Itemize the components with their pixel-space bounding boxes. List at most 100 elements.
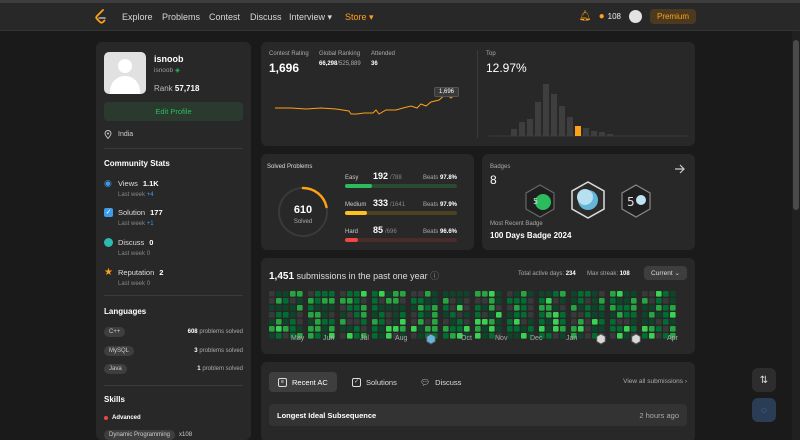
heatmap-cell[interactable] — [450, 291, 456, 297]
heatmap-cell[interactable] — [432, 312, 438, 318]
heatmap-cell[interactable] — [340, 326, 346, 332]
heatmap-cell[interactable] — [578, 333, 584, 339]
heatmap-cell[interactable] — [354, 305, 360, 311]
heatmap-cell[interactable] — [386, 291, 392, 297]
heatmap-cell[interactable] — [425, 298, 431, 304]
heatmap-cell[interactable] — [553, 298, 559, 304]
heatmap-cell[interactable] — [571, 298, 577, 304]
heatmap-cell[interactable] — [269, 333, 275, 339]
heatmap-cell[interactable] — [539, 319, 545, 325]
heatmap-cell[interactable] — [514, 305, 520, 311]
heatmap-cell[interactable] — [400, 291, 406, 297]
heatmap-cell[interactable] — [464, 291, 470, 297]
heatmap-cell[interactable] — [290, 319, 296, 325]
heatmap-cell[interactable] — [610, 333, 616, 339]
heatmap-cell[interactable] — [379, 319, 385, 325]
heatmap-cell[interactable] — [507, 291, 513, 297]
heatmap-cell[interactable] — [464, 319, 470, 325]
heatmap-cell[interactable] — [269, 326, 275, 332]
heatmap-cell[interactable] — [393, 312, 399, 318]
heatmap-cell[interactable] — [308, 291, 314, 297]
heatmap-cell[interactable] — [315, 319, 321, 325]
heatmap-cell[interactable] — [464, 298, 470, 304]
heatmap-cell[interactable] — [372, 319, 378, 325]
heatmap-cell[interactable] — [670, 326, 676, 332]
heatmap-cell[interactable] — [539, 312, 545, 318]
heatmap-cell[interactable] — [571, 326, 577, 332]
heatmap-cell[interactable] — [400, 312, 406, 318]
heatmap-cell[interactable] — [571, 319, 577, 325]
heatmap-cell[interactable] — [617, 298, 623, 304]
language-pill[interactable]: C++ — [104, 327, 126, 337]
heatmap-cell[interactable] — [297, 312, 303, 318]
heatmap-cell[interactable] — [482, 333, 488, 339]
heatmap-cell[interactable] — [496, 312, 502, 318]
heatmap-cell[interactable] — [315, 298, 321, 304]
badge-marker-icon[interactable] — [631, 333, 641, 345]
heatmap-cell[interactable] — [553, 326, 559, 332]
heatmap-cell[interactable] — [514, 298, 520, 304]
heatmap-cell[interactable] — [457, 312, 463, 318]
heatmap-cell[interactable] — [393, 326, 399, 332]
layout-toggle-button[interactable]: ⇅ — [752, 368, 776, 392]
heatmap-cell[interactable] — [372, 312, 378, 318]
heatmap-cell[interactable] — [578, 312, 584, 318]
heatmap-cell[interactable] — [269, 312, 275, 318]
language-pill[interactable]: Java — [104, 364, 127, 374]
heatmap-cell[interactable] — [329, 298, 335, 304]
heatmap-cell[interactable] — [553, 319, 559, 325]
leetcode-logo-icon[interactable] — [94, 9, 108, 25]
heatmap-cell[interactable] — [418, 326, 424, 332]
heatmap-cell[interactable] — [663, 298, 669, 304]
heatmap-cell[interactable] — [411, 291, 417, 297]
heatmap-cell[interactable] — [514, 319, 520, 325]
heatmap-cell[interactable] — [393, 291, 399, 297]
heatmap-cell[interactable] — [528, 319, 534, 325]
heatmap-cell[interactable] — [425, 291, 431, 297]
heatmap-cell[interactable] — [276, 319, 282, 325]
heatmap-cell[interactable] — [475, 333, 481, 339]
heatmap-cell[interactable] — [617, 312, 623, 318]
heatmap-cell[interactable] — [372, 326, 378, 332]
nav-discuss[interactable]: Discuss — [250, 12, 282, 22]
heatmap-cell[interactable] — [528, 305, 534, 311]
heatmap-cell[interactable] — [372, 305, 378, 311]
heatmap-cell[interactable] — [670, 291, 676, 297]
premium-button[interactable]: Premium — [649, 9, 696, 24]
tab-recent-ac[interactable]: ≡ Recent AC — [269, 372, 337, 392]
heatmap-cell[interactable] — [656, 326, 662, 332]
skill-tag[interactable]: Dynamic Programming x108 — [104, 430, 192, 440]
heatmap-cell[interactable] — [361, 298, 367, 304]
heatmap-cell[interactable] — [496, 305, 502, 311]
heatmap-cell[interactable] — [450, 305, 456, 311]
heatmap-cell[interactable] — [528, 298, 534, 304]
heatmap-cell[interactable] — [457, 298, 463, 304]
heatmap-cell[interactable] — [617, 305, 623, 311]
heatmap-cell[interactable] — [585, 333, 591, 339]
heatmap-cell[interactable] — [599, 326, 605, 332]
heatmap-cell[interactable] — [322, 298, 328, 304]
heatmap-cell[interactable] — [571, 291, 577, 297]
heatmap-cell[interactable] — [393, 298, 399, 304]
heatmap-cell[interactable] — [276, 333, 282, 339]
heatmap-cell[interactable] — [418, 333, 424, 339]
heatmap-cell[interactable] — [631, 305, 637, 311]
heatmap-cell[interactable] — [539, 298, 545, 304]
heatmap-cell[interactable] — [386, 319, 392, 325]
heatmap-cell[interactable] — [599, 291, 605, 297]
heatmap-cell[interactable] — [507, 333, 513, 339]
heatmap-cell[interactable] — [482, 319, 488, 325]
heatmap-cell[interactable] — [457, 291, 463, 297]
heatmap-cell[interactable] — [329, 326, 335, 332]
heatmap-cell[interactable] — [539, 326, 545, 332]
heatmap-cell[interactable] — [592, 326, 598, 332]
heatmap-cell[interactable] — [269, 291, 275, 297]
heatmap-cell[interactable] — [578, 305, 584, 311]
heatmap-cell[interactable] — [521, 291, 527, 297]
heatmap-cell[interactable] — [425, 319, 431, 325]
heatmap-cell[interactable] — [514, 333, 520, 339]
heatmap-cell[interactable] — [592, 291, 598, 297]
heatmap-cell[interactable] — [521, 319, 527, 325]
heatmap-cell[interactable] — [528, 326, 534, 332]
heatmap-cell[interactable] — [379, 298, 385, 304]
